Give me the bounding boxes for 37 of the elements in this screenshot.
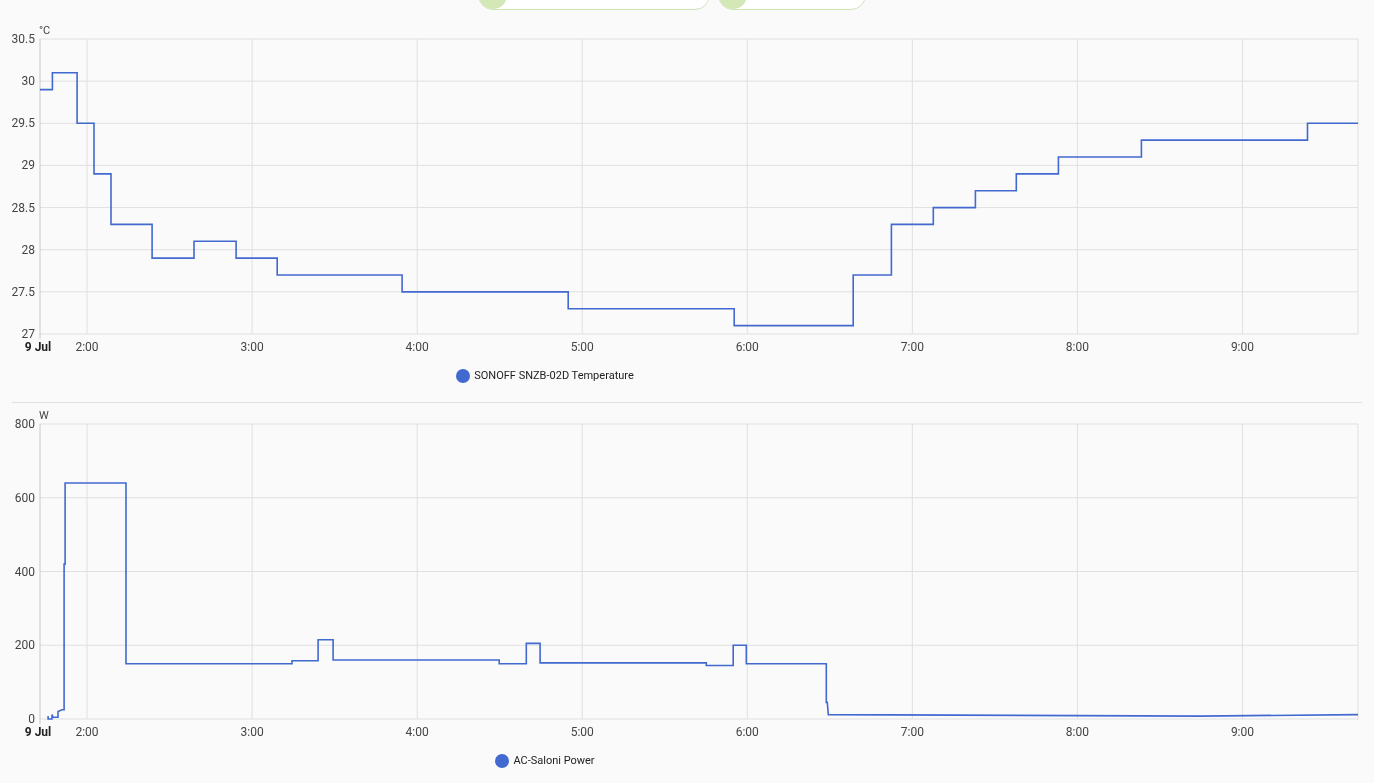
axis-tick-label: 3:00 <box>240 340 264 354</box>
axis-tick-label: 9:00 <box>1230 340 1255 354</box>
axis-tick-label: 9:00 <box>1230 725 1255 739</box>
axis-tick-label: 4:00 <box>405 340 429 354</box>
axis-tick-label: 7:00 <box>900 340 924 354</box>
axis-tick-label: 30 <box>21 74 35 89</box>
axis-tick-label: 2:00 <box>75 340 99 354</box>
axis-tick-label: 30.5 <box>11 32 35 46</box>
axis-tick-label: 200 <box>14 638 35 653</box>
axis-tick-label: 28 <box>21 242 35 257</box>
legend-label: SONOFF SNZB-02D Temperature <box>474 367 634 384</box>
axis-tick-label: 2:00 <box>75 725 99 739</box>
axis-unit-label: W <box>39 409 49 422</box>
legend-item[interactable]: AC-Saloni Power <box>495 752 595 770</box>
axis-tick-label: 28.5 <box>11 200 35 215</box>
axis-tick-label: 600 <box>14 490 35 505</box>
axis-tick-label: 29.5 <box>11 116 35 131</box>
axis-tick-label: 6:00 <box>735 725 759 739</box>
axis-tick-label: 5:00 <box>570 340 594 354</box>
axis-tick-label: 8:00 <box>1065 725 1089 739</box>
axis-tick-label: 27.5 <box>11 284 35 299</box>
axis-tick-label: 5:00 <box>570 725 594 739</box>
axis-tick-label: 4:00 <box>405 725 429 739</box>
axis-tick-label: 800 <box>14 417 35 431</box>
legend-item[interactable]: SONOFF SNZB-02D Temperature <box>456 367 634 385</box>
axis-unit-label: °C <box>39 24 51 37</box>
axis-tick-label: 3:00 <box>240 725 264 739</box>
axis-tick-label: 7:00 <box>900 725 924 739</box>
axis-tick-label: 8:00 <box>1065 340 1089 354</box>
axis-tick-label: 6:00 <box>735 340 759 354</box>
axis-tick-label: 29 <box>21 158 35 173</box>
axis-tick-label: 9 Jul <box>24 725 52 739</box>
axis-tick-label: 0 <box>28 712 35 726</box>
axis-tick-label: 9 Jul <box>24 340 52 354</box>
legend-label: AC-Saloni Power <box>513 752 595 769</box>
axis-tick-label: 400 <box>14 564 35 579</box>
axis-tick-label: 27 <box>21 327 35 341</box>
